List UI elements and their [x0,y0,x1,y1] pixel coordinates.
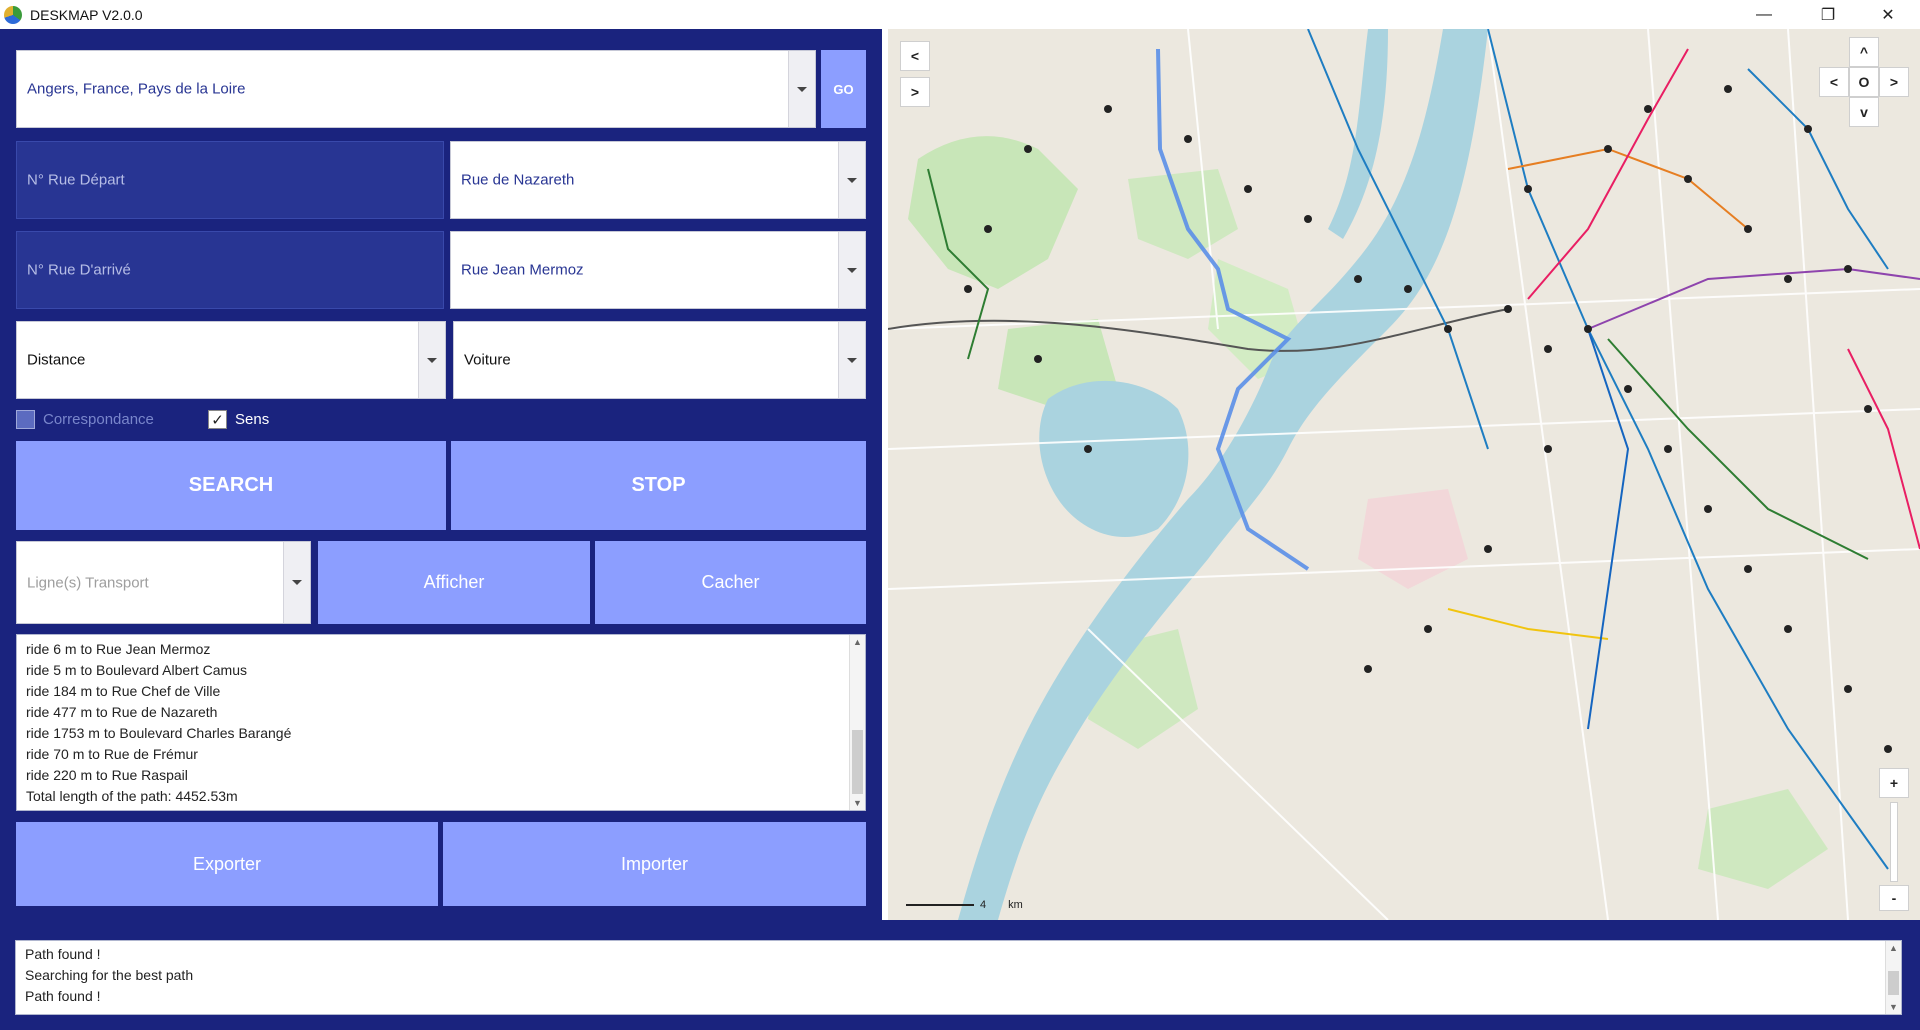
chevron-down-icon[interactable] [838,232,865,308]
map-nav-next-button[interactable]: > [900,77,930,107]
zoom-slider[interactable] [1890,802,1898,882]
transport-lines-select[interactable]: Ligne(s) Transport [16,541,311,624]
scroll-down-icon[interactable]: ▼ [1886,1000,1901,1014]
chevron-down-icon[interactable] [283,542,310,623]
go-button[interactable]: GO [821,50,866,128]
sens-checkbox[interactable]: ✓ Sens [208,410,269,429]
show-lines-button[interactable]: Afficher [318,541,590,624]
window-title: DESKMAP V2.0.0 [30,6,143,23]
route-instructions-list: ride 6 m to Rue Jean Mermoz ride 5 m to … [17,635,865,807]
end-street-select[interactable]: Rue Jean Mermoz [450,231,866,309]
chevron-down-icon[interactable] [418,322,445,398]
city-select-value: Angers, France, Pays de la Loire [27,80,246,98]
sens-label: Sens [235,411,270,428]
stop-button[interactable]: STOP [451,441,866,530]
criteria-select[interactable]: Distance [16,321,446,399]
search-button[interactable]: SEARCH [16,441,446,530]
list-item: Path found ! [25,946,101,962]
correspondance-label: Correspondance [43,411,154,428]
city-select[interactable]: Angers, France, Pays de la Loire [16,50,816,128]
list-item: ride 1753 m to Boulevard Charles Barangé [26,725,292,741]
app-logo-icon [4,5,22,24]
criteria-select-value: Distance [27,351,86,369]
pan-down-button[interactable]: v [1849,97,1879,127]
scroll-up-icon[interactable]: ▲ [1886,941,1901,955]
vehicle-select-value: Voiture [464,351,511,369]
list-item: ride 6 m to Rue Jean Mermoz [26,641,211,657]
list-item: ride 220 m to Rue Raspail [26,767,188,783]
pan-right-button[interactable]: > [1879,67,1909,97]
list-item: Total length of the path: 4452.53m [26,788,238,804]
restore-button[interactable]: ❐ [1800,0,1856,29]
chevron-down-icon[interactable] [788,51,815,127]
start-number-placeholder: N° Rue Départ [27,171,125,189]
vehicle-select[interactable]: Voiture [453,321,866,399]
map-canvas[interactable] [888,29,1920,920]
route-log-scrollbar[interactable]: ▲ ▼ [849,635,865,810]
start-street-value: Rue de Nazareth [461,171,575,189]
end-number-input[interactable]: N° Rue D'arrivé [16,231,444,309]
pan-left-button[interactable]: < [1819,67,1849,97]
correspondance-checkbox-box[interactable] [16,410,35,429]
scroll-up-icon[interactable]: ▲ [850,635,865,649]
zoom-in-button[interactable]: + [1879,768,1909,798]
list-item: Path found ! [25,988,101,1004]
map-nav-prev-button[interactable]: < [900,41,930,71]
map-view[interactable]: < > ^ < O > v + - 4 km [888,29,1920,920]
pan-up-button[interactable]: ^ [1849,37,1879,67]
status-log-list: Path found ! Searching for the best path… [16,941,1901,1007]
list-item: ride 184 m to Rue Chef de Ville [26,683,221,699]
control-panel: Angers, France, Pays de la Loire GO N° R… [0,29,882,920]
title-bar: DESKMAP V2.0.0 — ❐ ✕ [0,0,1920,29]
close-button[interactable]: ✕ [1860,0,1916,29]
minimize-button[interactable]: — [1736,0,1792,29]
pan-center-button[interactable]: O [1849,67,1879,97]
scrollbar-thumb[interactable] [1888,971,1899,995]
scale-unit: km [1008,899,1023,911]
list-item: ride 5 m to Boulevard Albert Camus [26,662,247,678]
scrollbar-thumb[interactable] [852,730,863,794]
scale-line [906,904,974,906]
map-scale: 4 km [906,899,1023,911]
check-icon: ✓ [211,411,224,429]
start-street-select[interactable]: Rue de Nazareth [450,141,866,219]
end-number-placeholder: N° Rue D'arrivé [27,261,131,279]
route-instructions-log[interactable]: ride 6 m to Rue Jean Mermoz ride 5 m to … [16,634,866,811]
scroll-down-icon[interactable]: ▼ [850,796,865,810]
sens-checkbox-box[interactable]: ✓ [208,410,227,429]
correspondance-checkbox[interactable]: Correspondance [16,410,154,429]
list-item: Searching for the best path [25,967,194,983]
start-number-input[interactable]: N° Rue Départ [16,141,444,219]
status-log[interactable]: Path found ! Searching for the best path… [15,940,1902,1015]
list-item: ride 477 m to Rue de Nazareth [26,704,218,720]
chevron-down-icon[interactable] [838,142,865,218]
hide-lines-button[interactable]: Cacher [595,541,866,624]
list-item: ride 70 m to Rue de Frémur [26,746,198,762]
export-button[interactable]: Exporter [16,822,438,906]
status-log-scrollbar[interactable]: ▲ ▼ [1885,941,1901,1014]
scale-value: 4 [980,899,987,911]
chevron-down-icon[interactable] [838,322,865,398]
transport-lines-placeholder: Ligne(s) Transport [27,574,149,591]
zoom-out-button[interactable]: - [1879,885,1909,911]
import-button[interactable]: Importer [443,822,866,906]
end-street-value: Rue Jean Mermoz [461,261,584,279]
